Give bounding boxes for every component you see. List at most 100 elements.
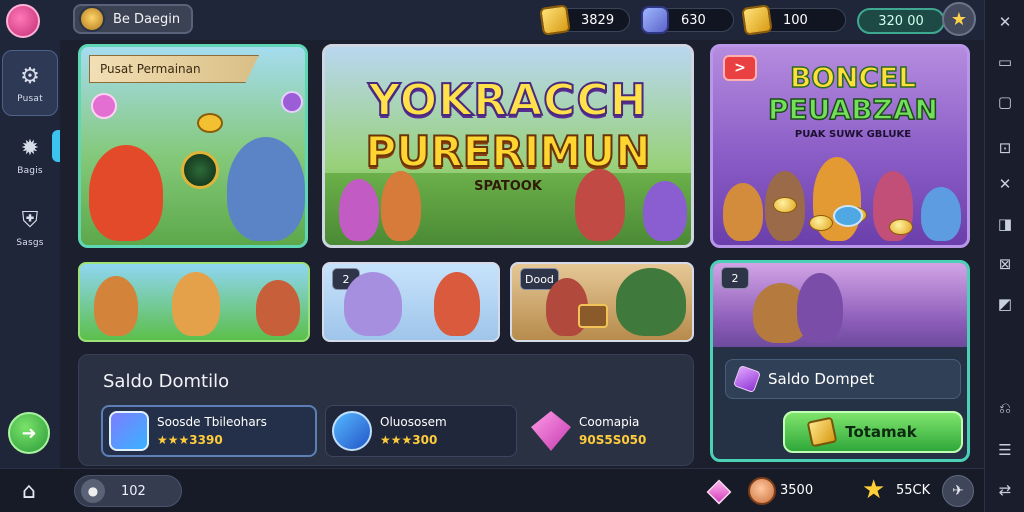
character-avatar-icon[interactable] (748, 477, 776, 505)
wallet-value: ★★★3390 (157, 433, 223, 447)
pink-gem-icon (706, 479, 732, 505)
wallet-gem-icon (531, 411, 571, 451)
favorite-button[interactable]: ★ (942, 2, 976, 36)
coin-icon (197, 113, 223, 133)
emblem-icon (181, 151, 219, 189)
bonus-card[interactable]: > BONCEL PEUABZAN PUAK SUWK GBLUKE (710, 44, 970, 248)
wallet-balance-row[interactable]: Saldo Dompet (725, 359, 961, 399)
share-icon[interactable]: ⇄ (995, 480, 1015, 500)
gold-bar-icon (741, 4, 773, 36)
promo-card[interactable]: Pusat Permainan (78, 44, 308, 248)
expand-icon[interactable]: ⊠ (995, 254, 1015, 274)
hero-character-2 (381, 171, 421, 241)
bell-icon: ⛨ (21, 207, 39, 233)
shuffle-icon[interactable]: ✕ (995, 174, 1015, 194)
green-action-button[interactable]: ➜ (8, 412, 50, 454)
resource-goldbar[interactable]: 100 (741, 4, 846, 36)
hero-tagline: SPATOOK (474, 179, 542, 194)
arrow-icon: ➜ (21, 422, 37, 444)
coin-icon (889, 219, 913, 235)
fox-character (89, 145, 163, 241)
mini-character-wolf (344, 272, 402, 336)
chat-icon: ● (81, 479, 105, 503)
cash-value: 320 00 (878, 13, 924, 29)
topup-label: Totamak (845, 423, 917, 441)
chat-button[interactable]: ● 102 (74, 475, 182, 507)
promo-label: Pusat Permainan (89, 55, 259, 83)
hero-character-1 (339, 179, 379, 241)
player-avatar[interactable] (6, 4, 40, 38)
coins-value: 3500 (780, 483, 814, 498)
close-icon[interactable]: ✕ (995, 12, 1015, 32)
sidebar-item-label: Pusat (17, 94, 43, 104)
sidebar-item-pusat[interactable]: ⚙ Pusat (2, 50, 58, 116)
gold-chest-icon (539, 4, 571, 36)
hero-subtitle: PURERIMUN (365, 126, 652, 177)
settings-icon: ✹ (20, 135, 40, 161)
share-button[interactable]: ✈ (942, 475, 974, 507)
event-character-2 (797, 273, 843, 343)
mini-character-goblin (616, 268, 686, 336)
bonus-character-5 (921, 187, 961, 241)
mini-card-wolf[interactable]: 2 (322, 262, 500, 342)
wallet-balance-label: Saldo Dompet (768, 370, 875, 388)
wallet-name: Coomapia (579, 415, 640, 429)
wallet-item-3[interactable]: Coomapia 90S5S050 (525, 405, 661, 457)
wallet-value: ★★★300 (380, 433, 438, 447)
resource-gold[interactable]: 3829 (539, 4, 630, 36)
mini-character-1 (94, 276, 138, 336)
hero-title: YOKRACCH (367, 74, 648, 127)
resource-value: 3829 (581, 12, 615, 28)
event-card: 2 Saldo Dompet Totamak (710, 260, 970, 462)
bonus-title: BONCEL (789, 60, 917, 95)
wallet-name: Oluososem (380, 415, 447, 429)
hero-character-4 (643, 181, 687, 241)
purple-gem-icon (732, 364, 762, 394)
minimize-icon[interactable]: ▭ (995, 52, 1015, 72)
sidebar-active-tab-indicator (52, 130, 60, 162)
bottom-bar: ⌂ ● 102 3500 ★ 55CK ✈ (0, 468, 984, 512)
wolf-character (227, 137, 305, 241)
profile-pill[interactable]: Be Daegin (73, 4, 193, 34)
sword-icon (91, 93, 117, 119)
mini-character-2 (172, 272, 220, 336)
mini-card-pirates[interactable]: Dood (510, 262, 694, 342)
resource-gem[interactable]: 630 (641, 6, 734, 34)
wallet-game-icon (109, 411, 149, 451)
star-icon: ★ (862, 475, 886, 505)
system-sidebar: ✕ ▭ ▢ ⊡ ✕ ◨ ⊠ ◩ ⎌ ☰ ⇄ (984, 0, 1024, 512)
event-badge: 2 (721, 267, 749, 289)
cash-balance[interactable]: 320 00 (857, 8, 945, 34)
home-icon[interactable]: ⌂ (14, 477, 44, 505)
keyboard-icon[interactable]: ◩ (995, 294, 1015, 314)
wallet-item-1[interactable]: Soosde Tbileohars ★★★3390 (101, 405, 317, 457)
menu-icon[interactable]: ☰ (995, 440, 1015, 460)
gold-icon (806, 416, 838, 448)
back-icon[interactable]: ⎌ (995, 398, 1015, 418)
stars-value: 55CK (896, 483, 931, 498)
bonus-character-1 (723, 183, 763, 241)
chat-count: 102 (121, 483, 146, 499)
mini-character-fox (434, 272, 480, 336)
wallet-item-2[interactable]: Oluososem ★★★300 (325, 405, 517, 457)
event-art[interactable]: 2 (713, 263, 967, 347)
gem-chest-icon (641, 6, 669, 34)
sidebar-item-sasgs[interactable]: ⛨ Sasgs (2, 194, 58, 260)
topup-button[interactable]: Totamak (783, 411, 963, 453)
sidebar-item-label: Sasgs (16, 238, 44, 248)
hero-banner[interactable]: YOKRACCH PURERIMUN SPATOOK (322, 44, 694, 248)
treasure-chest-icon (578, 304, 608, 328)
resource-value: 630 (681, 12, 706, 28)
screenshot-icon[interactable]: ⊡ (995, 138, 1015, 158)
left-sidebar: ⚙ Pusat ✹ Bagis ⛨ Sasgs ➜ (0, 0, 60, 468)
mini-card-animals[interactable] (78, 262, 310, 342)
paper-plane-icon: ✈ (952, 483, 964, 499)
coin-icon (773, 197, 797, 213)
mini-character-3 (256, 280, 300, 336)
window-icon[interactable]: ▢ (995, 92, 1015, 112)
saldo-panel: Saldo Domtilo Soosde Tbileohars ★★★3390 … (78, 354, 694, 466)
profile-badge-icon (79, 6, 105, 32)
sidebar-item-bagis[interactable]: ✹ Bagis (2, 122, 58, 188)
top-bar: Be Daegin 3829 630 100 (60, 0, 984, 40)
layout-icon[interactable]: ◨ (995, 214, 1015, 234)
